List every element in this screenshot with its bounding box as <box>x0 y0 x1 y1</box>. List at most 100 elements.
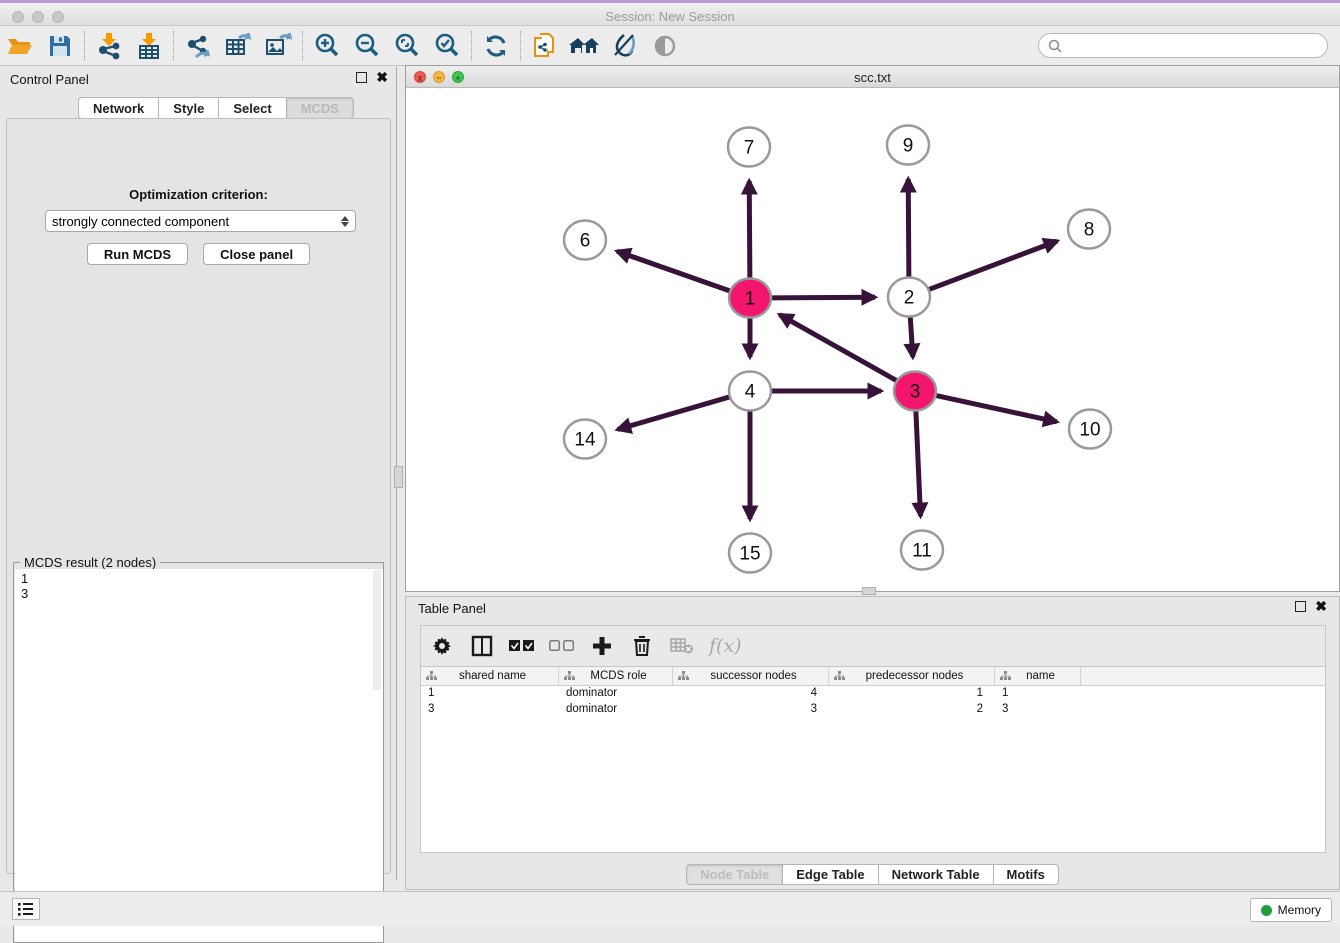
save-session-button[interactable] <box>40 30 80 62</box>
horizontal-splitter-handle[interactable] <box>862 587 876 595</box>
tab-network[interactable]: Network <box>78 97 158 119</box>
network-graph-canvas[interactable]: 1234678910111415 <box>406 88 1339 591</box>
float-panel-icon[interactable] <box>1295 601 1306 612</box>
run-mcds-button[interactable]: Run MCDS <box>87 243 188 265</box>
cell[interactable]: 4 <box>673 686 829 702</box>
function-builder-icon[interactable]: f(x) <box>709 635 742 657</box>
cell[interactable]: 3 <box>421 702 559 718</box>
open-session-button[interactable] <box>0 30 40 62</box>
delete-table-icon[interactable] <box>669 633 695 659</box>
edge-2-8[interactable] <box>928 241 1057 290</box>
cell[interactable]: 1 <box>995 686 1081 702</box>
cell[interactable]: 1 <box>829 686 995 702</box>
tab-node-table[interactable]: Node Table <box>686 864 782 885</box>
toggle-style-button[interactable] <box>605 30 645 62</box>
search-box[interactable] <box>1038 33 1328 58</box>
edge-1-6[interactable] <box>617 251 731 291</box>
float-panel-icon[interactable] <box>356 72 367 83</box>
column-header-MCDS-role[interactable]: MCDS role <box>559 667 673 685</box>
select-all-icon[interactable] <box>509 633 535 659</box>
cell[interactable]: dominator <box>559 686 673 702</box>
column-header-shared-name[interactable]: shared name <box>421 667 559 685</box>
hierarchy-icon <box>426 671 437 681</box>
hierarchy-icon <box>564 671 575 681</box>
tab-network-table[interactable]: Network Table <box>878 864 993 885</box>
node-label-10: 10 <box>1079 420 1100 441</box>
zoom-in-button[interactable] <box>307 30 347 62</box>
zoom-out-button[interactable] <box>347 30 387 62</box>
first-neighbors-button[interactable] <box>565 30 605 62</box>
tab-select[interactable]: Select <box>218 97 285 119</box>
edge-3-1[interactable] <box>780 315 898 381</box>
table-row[interactable]: 1dominator411 <box>421 686 1325 702</box>
tab-edge-table[interactable]: Edge Table <box>782 864 877 885</box>
column-header-predecessor-nodes[interactable]: predecessor nodes <box>829 667 995 685</box>
cell[interactable]: dominator <box>559 702 673 718</box>
node-label-6: 6 <box>580 231 591 252</box>
zoom-fit-button[interactable] <box>387 30 427 62</box>
edge-2-3[interactable] <box>910 317 913 357</box>
tab-mcds[interactable]: MCDS <box>286 97 354 119</box>
tab-style[interactable]: Style <box>158 97 218 119</box>
cell[interactable]: 3 <box>995 702 1081 718</box>
column-view-icon[interactable] <box>469 633 495 659</box>
edge-2-9[interactable] <box>908 179 909 277</box>
optimization-criterion-select[interactable]: strongly connected component <box>45 210 356 232</box>
edge-1-7[interactable] <box>749 181 750 278</box>
edge-3-10[interactable] <box>935 395 1057 422</box>
node-label-9: 9 <box>903 136 914 157</box>
toolbar-separator <box>520 31 521 61</box>
table-row[interactable]: 3dominator323 <box>421 702 1325 718</box>
status-bar: Memory <box>0 891 1340 926</box>
memory-button[interactable]: Memory <box>1250 898 1332 922</box>
settings-gear-icon[interactable] <box>429 633 455 659</box>
node-label-14: 14 <box>574 430 596 451</box>
mcds-result-text[interactable]: 1 3 <box>15 569 383 942</box>
cell[interactable]: 1 <box>421 686 559 702</box>
search-input[interactable] <box>1063 39 1327 53</box>
export-image-button[interactable] <box>258 30 298 62</box>
cell[interactable]: 2 <box>829 702 995 718</box>
export-table-button[interactable] <box>218 30 258 62</box>
toolbar-separator <box>471 31 472 61</box>
import-network-button[interactable] <box>89 30 129 62</box>
task-history-button[interactable] <box>12 898 40 920</box>
table-tabs: Node TableEdge TableNetwork TableMotifs <box>406 864 1339 885</box>
close-panel-icon[interactable]: ✖ <box>376 72 388 83</box>
table-panel-title: Table Panel <box>418 601 486 616</box>
deselect-all-icon[interactable] <box>549 633 575 659</box>
column-header-name[interactable]: name <box>995 667 1081 685</box>
toolbar-separator <box>173 31 174 61</box>
hide-selected-button[interactable] <box>645 30 685 62</box>
delete-row-trash-icon[interactable] <box>629 633 655 659</box>
zoom-selected-button[interactable] <box>427 30 467 62</box>
node-label-4: 4 <box>745 382 756 403</box>
network-window-titlebar[interactable]: x − + scc.txt <box>406 66 1339 88</box>
export-network-button[interactable] <box>178 30 218 62</box>
edge-1-2[interactable] <box>770 297 875 298</box>
clone-network-button[interactable] <box>525 30 565 62</box>
edge-3-11[interactable] <box>916 411 921 516</box>
vertical-splitter-handle[interactable] <box>394 466 403 488</box>
table-header-row: shared nameMCDS rolesuccessor nodesprede… <box>421 667 1325 686</box>
add-row-icon[interactable] <box>589 633 615 659</box>
import-table-button[interactable] <box>129 30 169 62</box>
refresh-button[interactable] <box>476 30 516 62</box>
mcds-result-group: MCDS result (2 nodes) 1 3 <box>13 562 384 943</box>
selected-option: strongly connected component <box>52 214 341 229</box>
control-panel: Control Panel ✖ NetworkStyleSelectMCDS O… <box>0 67 397 880</box>
close-panel-icon[interactable]: ✖ <box>1315 601 1327 612</box>
column-header-successor-nodes[interactable]: successor nodes <box>673 667 829 685</box>
table-panel: Table Panel ✖ f(x) shared nameMCDS rol <box>405 596 1340 890</box>
cell[interactable]: 3 <box>673 702 829 718</box>
node-label-1: 1 <box>745 289 756 310</box>
close-panel-button[interactable]: Close panel <box>203 243 310 265</box>
node-label-7: 7 <box>744 138 755 159</box>
result-scrollbar[interactable] <box>373 570 381 690</box>
edge-4-14[interactable] <box>618 397 731 430</box>
tab-motifs[interactable]: Motifs <box>993 864 1059 885</box>
control-panel-tabs: NetworkStyleSelectMCDS <box>78 97 354 119</box>
toolbar-separator <box>84 31 85 61</box>
node-label-11: 11 <box>912 541 932 562</box>
mcds-result-title: MCDS result (2 nodes) <box>20 555 160 570</box>
